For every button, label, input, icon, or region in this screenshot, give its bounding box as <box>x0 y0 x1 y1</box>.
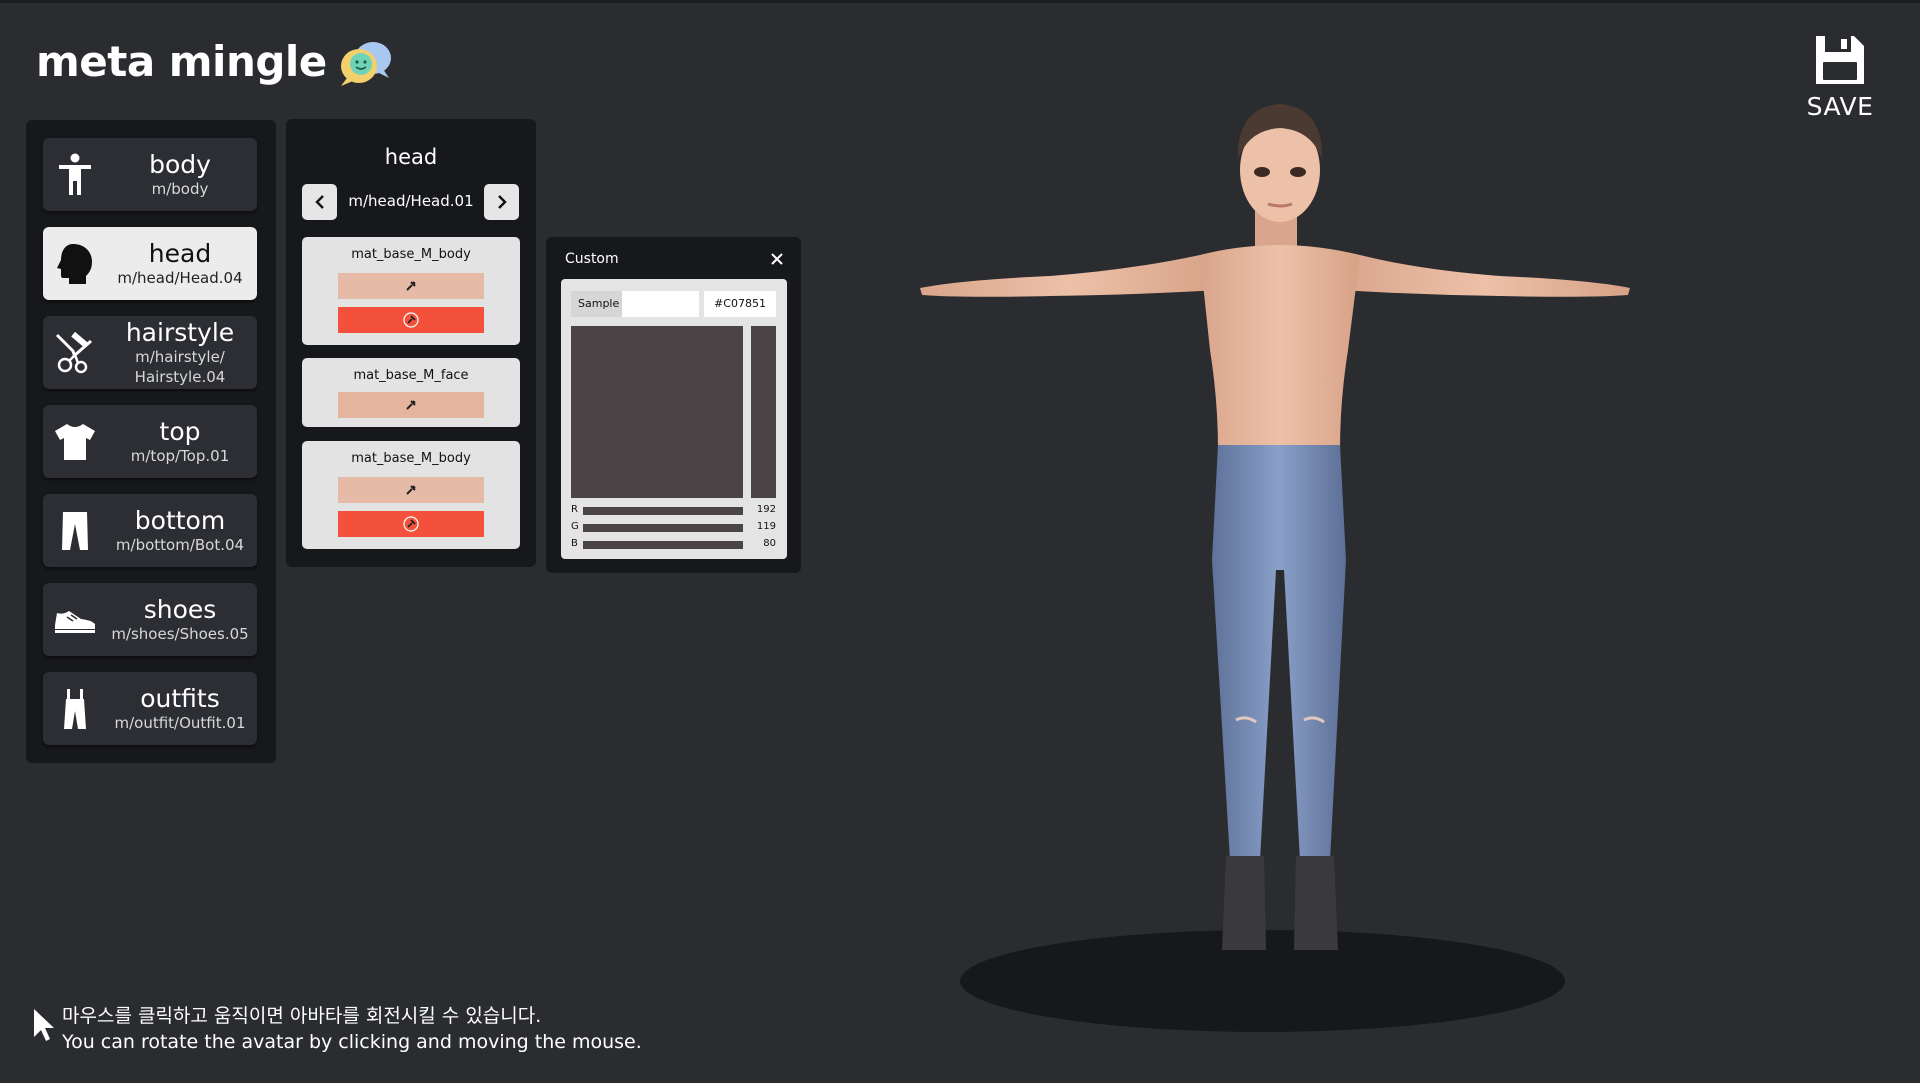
detail-panel: head m/head/Head.01 mat_base_M_body mat_… <box>286 119 536 567</box>
eyedropper-icon <box>406 400 416 410</box>
chat-bubbles-icon <box>340 42 391 86</box>
red-slider-row: R 192 <box>571 504 776 518</box>
eyedropper-icon <box>403 312 419 328</box>
eyedropper-icon <box>406 485 416 495</box>
category-title: shoes <box>143 594 217 624</box>
category-path: m/head/Head.04 <box>117 268 243 287</box>
rotate-hint: 마우스를 클릭하고 움직이면 아바타를 회전시킬 수 있습니다. You can… <box>30 1003 642 1055</box>
green-slider[interactable] <box>583 524 743 532</box>
material-name: mat_base_M_body <box>351 247 471 262</box>
category-title: top <box>159 416 201 446</box>
category-outfits[interactable]: outfits m/outfit/Outfit.01 <box>43 672 257 745</box>
pants-icon <box>43 494 107 567</box>
category-bottom[interactable]: bottom m/bottom/Bot.04 <box>43 494 257 567</box>
avatar-viewport[interactable] <box>900 90 1660 990</box>
scissors-icon <box>43 316 107 389</box>
current-item-label: m/head/Head.01 <box>348 192 474 210</box>
blue-value: 80 <box>763 538 776 549</box>
category-path: m/body <box>151 179 209 198</box>
category-path-line2: Hairstyle.04 <box>134 367 226 386</box>
hint-korean: 마우스를 클릭하고 움직이면 아바타를 회전시킬 수 있습니다. <box>62 1005 542 1027</box>
material-card: mat_base_M_body <box>302 237 520 345</box>
close-button[interactable] <box>768 250 786 268</box>
color-swatch[interactable] <box>338 307 484 333</box>
green-value: 119 <box>756 521 776 532</box>
hint-english: You can rotate the avatar by clicking an… <box>62 1031 642 1053</box>
category-path-line1: m/hairstyle/ <box>135 347 225 366</box>
category-hairstyle[interactable]: hairstyle m/hairstyle/ Hairstyle.04 <box>43 316 257 389</box>
sample-label: Sample <box>578 297 620 310</box>
app-title: meta mingle <box>36 36 327 86</box>
category-path: m/outfit/Outfit.01 <box>114 713 246 732</box>
floppy-disk-icon <box>1816 36 1864 84</box>
person-icon <box>43 138 107 211</box>
hex-input[interactable]: #C07851 <box>704 291 776 317</box>
category-path: m/shoes/Shoes.05 <box>111 624 249 643</box>
sample-row: Sample <box>571 291 699 317</box>
detail-title: head <box>384 145 438 169</box>
red-value: 192 <box>756 504 776 515</box>
material-card: mat_base_M_body <box>302 441 520 549</box>
top-border <box>0 0 1920 3</box>
save-button[interactable]: SAVE <box>1800 32 1880 121</box>
save-label: SAVE <box>1806 92 1874 121</box>
category-path: m/bottom/Bot.04 <box>115 535 245 554</box>
blue-label: B <box>571 538 578 549</box>
tshirt-icon <box>43 405 107 478</box>
custom-color-panel: Custom Sample #C07851 R 192 G 119 B 80 <box>546 237 801 573</box>
red-slider[interactable] <box>583 507 743 515</box>
shoe-icon <box>43 583 107 656</box>
red-label: R <box>571 504 578 515</box>
color-swatch[interactable] <box>338 273 484 299</box>
blue-slider[interactable] <box>583 541 743 549</box>
category-body[interactable]: body m/body <box>43 138 257 211</box>
category-path: m/top/Top.01 <box>130 446 230 465</box>
cursor-icon <box>34 1009 54 1041</box>
color-swatch[interactable] <box>338 511 484 537</box>
app-logo: meta mingle <box>36 36 395 86</box>
close-icon <box>771 253 783 265</box>
sample-preview[interactable] <box>622 291 699 317</box>
eyedropper-icon <box>406 281 416 291</box>
category-title: head <box>148 238 212 268</box>
category-shoes[interactable]: shoes m/shoes/Shoes.05 <box>43 583 257 656</box>
color-swatch[interactable] <box>338 392 484 418</box>
head-icon <box>43 227 107 300</box>
color-swatch[interactable] <box>338 477 484 503</box>
blue-slider-row: B 80 <box>571 538 776 552</box>
category-title: outfits <box>140 683 220 713</box>
next-button[interactable] <box>484 184 519 220</box>
previous-button[interactable] <box>302 184 337 220</box>
eyedropper-icon <box>403 516 419 532</box>
material-name: mat_base_M_body <box>351 451 471 466</box>
category-head[interactable]: head m/head/Head.04 <box>43 227 257 300</box>
category-title: body <box>149 149 211 179</box>
category-title: bottom <box>134 505 226 535</box>
saturation-value-area[interactable] <box>571 326 743 498</box>
material-name: mat_base_M_face <box>353 368 469 383</box>
green-slider-row: G 119 <box>571 521 776 535</box>
chevron-right-icon <box>497 195 507 209</box>
custom-title: Custom <box>565 251 619 267</box>
category-panel: body m/body head m/head/Head.04 hairstyl… <box>26 120 276 763</box>
overalls-icon <box>43 672 107 745</box>
chevron-left-icon <box>314 195 324 209</box>
color-picker: Sample #C07851 R 192 G 119 B 80 <box>561 279 787 559</box>
category-title: hairstyle <box>125 317 235 347</box>
hue-slider[interactable] <box>751 326 776 498</box>
material-card: mat_base_M_face <box>302 358 520 427</box>
green-label: G <box>571 521 579 532</box>
category-top[interactable]: top m/top/Top.01 <box>43 405 257 478</box>
